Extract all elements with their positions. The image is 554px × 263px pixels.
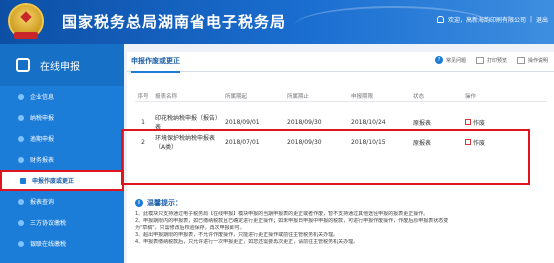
- sidebar-item-company-info[interactable]: 企业信息: [0, 86, 124, 107]
- bullet-icon: [18, 219, 24, 226]
- header-user-area: 欢迎，高新海韵印刷有限公司 | 退出: [436, 15, 548, 24]
- print-icon: [475, 56, 484, 64]
- sidebar-header: 在线申报: [0, 44, 124, 86]
- message-icon[interactable]: [436, 16, 444, 23]
- sidebar-item-void-correct[interactable]: 申报作废或更正: [0, 170, 124, 191]
- faq-button[interactable]: ? 常见问题: [434, 56, 466, 64]
- sidebar-item-financial[interactable]: 财务报表: [0, 149, 124, 170]
- header-decoration: [294, 6, 494, 44]
- tips-title: i 温馨提示：: [135, 198, 547, 208]
- sidebar: 在线申报 企业信息 纳税申报 逾期申报 财务报表 申报作废或更正 报表查询 三方…: [0, 44, 124, 263]
- void-icon: [465, 119, 471, 125]
- tip-line: 1、此模块只支持通过电子税务局【在线申报】模块申报的当期申报表的更正或者作废，暂…: [135, 211, 429, 217]
- bullet-icon: [18, 198, 24, 205]
- sidebar-title: 在线申报: [40, 61, 80, 73]
- instructions-button[interactable]: 操作说明: [516, 56, 548, 64]
- tip-line: 2、申报期限内的申报表，如已缴纳税款且已确定进行更正操作；如未申报日申报中申报的…: [135, 218, 449, 224]
- user-welcome: 欢迎，高新海韵印刷有限公司: [447, 17, 526, 24]
- bullet-icon: [18, 240, 24, 247]
- tip-line: 3、超出申报期限的申报表，不允许作废操作，只能进行更正操作或前往主管税务机关办理…: [135, 232, 339, 238]
- tab-bar: 申报作废或更正 ? 常见问题 打印预览 操作说明: [127, 52, 554, 73]
- toolbar: ? 常见问题 打印预览 操作说明: [434, 56, 548, 64]
- void-button[interactable]: 作废: [465, 118, 525, 127]
- sidebar-item-overdue[interactable]: 逾期申报: [0, 128, 124, 149]
- bullet-icon: [18, 93, 24, 100]
- tip-line: 4、申报表缴纳税款后，只允许进行一次申报更正，如您还需要再次更正，请前往主管税务…: [135, 239, 359, 245]
- tip-line: 为"草稿"，只需修改后校验保存，再次申报即可。: [135, 225, 245, 231]
- tax-emblem-icon: [8, 3, 44, 39]
- sidebar-item-tax-declare[interactable]: 纳税申报: [0, 107, 124, 128]
- bullet-icon: [18, 156, 24, 163]
- header-bar: 国家税务总局湖南省电子税务局 欢迎，高新海韵印刷有限公司 | 退出: [0, 0, 554, 44]
- sidebar-item-unionpay[interactable]: 银联在线缴税: [0, 233, 124, 254]
- sidebar-item-report-query[interactable]: 报表查询: [0, 191, 124, 212]
- online-declare-icon: [16, 58, 30, 72]
- bullet-icon: [18, 135, 24, 142]
- table-header: 序号 报表名称 所属期起 所属期止 申报期限 状态 操作: [135, 90, 547, 102]
- tips-box: i 温馨提示： 1、此模块只支持通过电子税务局【在线申报】模块申报的当期申报表的更…: [135, 198, 547, 246]
- tab-void-correct[interactable]: 申报作废或更正: [131, 56, 180, 73]
- info-icon: i: [135, 199, 143, 207]
- doc-icon: [516, 56, 525, 64]
- print-preview-button[interactable]: 打印预览: [475, 56, 507, 64]
- highlight-box: [121, 129, 530, 185]
- logout-link[interactable]: 退出: [536, 15, 548, 24]
- sidebar-item-tripartite[interactable]: 三方协议缴税: [0, 212, 124, 233]
- question-icon: ?: [434, 56, 443, 64]
- bullet-icon: [18, 114, 24, 121]
- doc-icon: [20, 177, 26, 184]
- site-title: 国家税务总局湖南省电子税务局: [62, 13, 287, 31]
